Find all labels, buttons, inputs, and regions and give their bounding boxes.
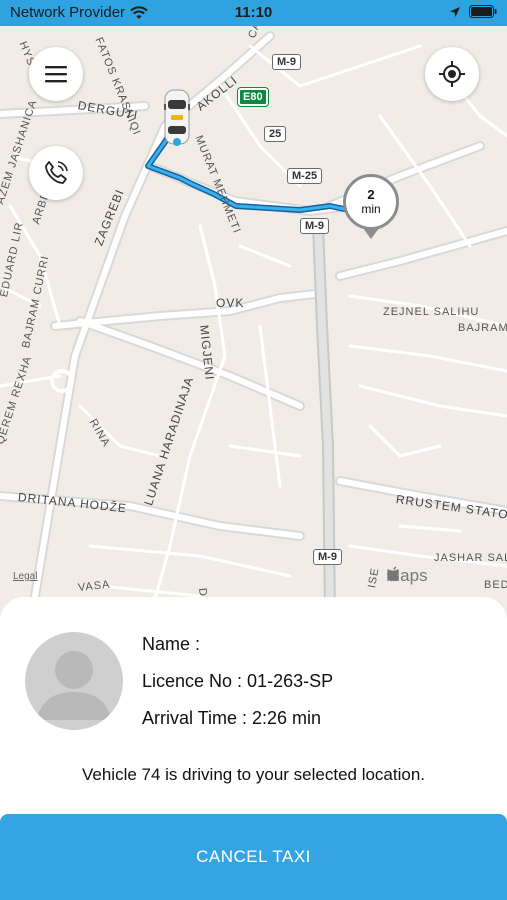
street-label: ZEJNEL SALIHU: [383, 306, 480, 318]
licence-number: Licence No : 01-263-SP: [142, 671, 334, 691]
driver-avatar: [25, 632, 123, 730]
battery-icon: [469, 5, 497, 18]
menu-button[interactable]: [29, 47, 83, 101]
street-label: BEDR: [484, 579, 507, 591]
apple-maps-logo: Maps: [386, 566, 428, 586]
road-shield: M-9: [272, 54, 301, 70]
phone-ringing-icon: [45, 161, 68, 184]
eta-marker[interactable]: 2 min: [343, 174, 399, 230]
status-time: 11:10: [234, 4, 273, 21]
road-shield: M-25: [287, 168, 323, 184]
arrival-time: Arrival Time : 2:26 min: [142, 708, 322, 728]
map-roads: [0, 31, 507, 616]
eta-value: 2: [367, 187, 375, 202]
cancel-taxi-button[interactable]: CANCEL TAXI: [0, 814, 507, 900]
status-icons: [449, 5, 497, 18]
app-screen: Network Provider 11:10 DERGUTI ZAGREBI A…: [0, 0, 507, 900]
road-shield: M-9: [313, 549, 342, 565]
location-arrow-icon: [450, 6, 460, 17]
legal-link[interactable]: Legal: [13, 571, 37, 582]
taxi-car-icon[interactable]: [163, 88, 191, 146]
crosshair-locate-icon: [439, 61, 465, 87]
road-shield: 25: [264, 126, 287, 142]
user-placeholder-icon: [37, 651, 111, 720]
road-shield: M-9: [300, 218, 329, 234]
driver-info-sheet: Name : Licence No : 01-263-SP Arrival Ti…: [0, 597, 507, 900]
status-bar: Network Provider 11:10: [0, 0, 507, 26]
status-message: Vehicle 74 is driving to your selected l…: [81, 765, 426, 784]
apple-logo-icon: [387, 566, 399, 582]
map-view[interactable]: DERGUTI ZAGREBI AKOLLI FATOS KRASNIQI MU…: [0, 26, 507, 616]
driver-name: Name :: [142, 634, 201, 654]
hamburger-menu-icon: [45, 66, 67, 83]
call-driver-button[interactable]: [29, 146, 83, 200]
street-label: OVK: [216, 296, 245, 310]
driver-details: Name : Licence No : 01-263-SP Arrival Ti…: [142, 633, 333, 744]
street-label: BAJRAM K: [458, 322, 507, 334]
street-label: JASHAR SALIHU: [434, 552, 507, 564]
eta-unit: min: [361, 202, 381, 216]
road-shield: E80: [237, 87, 269, 107]
eta-marker-pointer: [363, 228, 379, 239]
locate-me-button[interactable]: [425, 47, 479, 101]
